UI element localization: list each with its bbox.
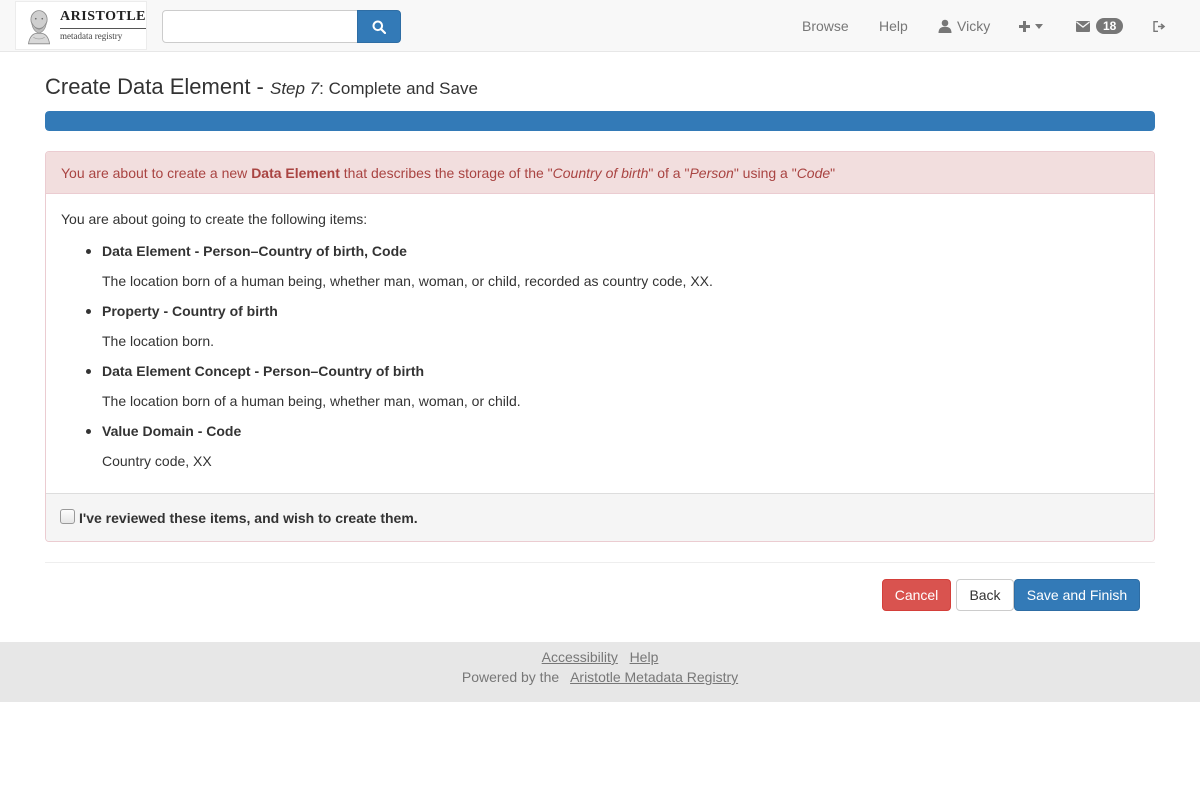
nav-user-menu[interactable]: Vicky [938, 0, 990, 52]
warning-property: Country of birth [552, 164, 649, 181]
item-title: Data Element - Person–Country of birth, … [102, 243, 407, 259]
registry-logo[interactable]: ARISTOTLE metadata registry [15, 1, 147, 50]
plus-icon [1019, 20, 1030, 32]
registry-link[interactable]: Aristotle Metadata Registry [570, 669, 738, 685]
wizard-progress-bar [45, 111, 1155, 131]
list-item: Data Element Concept - Person–Country of… [86, 361, 713, 421]
page-title: Create Data Element - Step 7: Complete a… [45, 74, 478, 100]
back-button[interactable]: Back [956, 579, 1014, 611]
chevron-down-icon [1035, 23, 1043, 29]
review-panel: You are about to create a new Data Eleme… [45, 151, 1155, 542]
sign-out-link[interactable] [1153, 0, 1166, 52]
page-title-text: Create Data Element - [45, 74, 270, 99]
user-name: Vicky [957, 18, 991, 34]
warning-text: " using a " [733, 164, 797, 181]
nav-browse-link[interactable]: Browse [802, 0, 849, 52]
cancel-button[interactable]: Cancel [882, 579, 951, 611]
divider [45, 562, 1155, 563]
aristotle-bust-icon [28, 9, 51, 44]
review-intro: You are about going to create the follow… [61, 211, 368, 227]
search-icon [372, 20, 386, 34]
warning-text: You are about to create a new [61, 164, 248, 181]
warning-representation: Code [796, 164, 831, 181]
footer-help-link[interactable]: Help [630, 649, 659, 665]
item-description: The location born of a human being, whet… [102, 393, 521, 409]
warning-text: that describes the storage of the " [343, 164, 553, 181]
confirmation-row: I've reviewed these items, and wish to c… [46, 493, 1154, 541]
item-title: Value Domain - Code [102, 423, 242, 439]
creation-warning: You are about to create a new Data Eleme… [46, 152, 1154, 194]
confirm-label[interactable]: I've reviewed these items, and wish to c… [79, 510, 418, 526]
wizard-step-description: : Complete and Save [319, 79, 478, 98]
notifications-link[interactable]: 18 [1076, 0, 1124, 52]
search-button[interactable] [357, 10, 401, 43]
item-description: Country code, XX [102, 453, 212, 469]
list-item: Value Domain - Code Country code, XX [86, 421, 713, 481]
envelope-icon [1076, 20, 1090, 32]
navbar: ARISTOTLE metadata registry Browse Help … [0, 0, 1200, 52]
save-and-finish-button[interactable]: Save and Finish [1014, 579, 1140, 611]
warning-item-type: Data Element [251, 164, 340, 181]
list-item: Property - Country of birth The location… [86, 301, 713, 361]
item-title: Property - Country of birth [102, 303, 278, 319]
wizard-progress-fill [45, 111, 1155, 131]
confirm-checkbox[interactable] [60, 509, 75, 524]
warning-object-class: Person [689, 164, 734, 181]
logo-title: ARISTOTLE [60, 9, 146, 24]
list-item: Data Element - Person–Country of birth, … [86, 241, 713, 301]
search-input[interactable] [162, 10, 358, 43]
create-dropdown[interactable] [1019, 0, 1043, 52]
sign-out-icon [1153, 20, 1166, 32]
item-title: Data Element Concept - Person–Country of… [102, 363, 425, 379]
review-item-list: Data Element - Person–Country of birth, … [86, 241, 713, 481]
item-description: The location born. [102, 333, 215, 349]
review-body: You are about going to create the follow… [46, 194, 1154, 494]
warning-text: " [830, 164, 836, 181]
page-footer: Accessibility Help Powered by the Aristo… [0, 642, 1200, 702]
warning-text: " of a " [648, 164, 690, 181]
user-icon [938, 19, 952, 33]
accessibility-link[interactable]: Accessibility [542, 649, 618, 665]
notification-count-badge: 18 [1096, 18, 1124, 34]
logo-subtitle: metadata registry [60, 28, 146, 41]
wizard-step: Step 7 [269, 79, 320, 98]
nav-help-link[interactable]: Help [879, 0, 908, 52]
item-description: The location born of a human being, whet… [102, 273, 713, 289]
powered-by-text: Powered by the [461, 669, 560, 685]
